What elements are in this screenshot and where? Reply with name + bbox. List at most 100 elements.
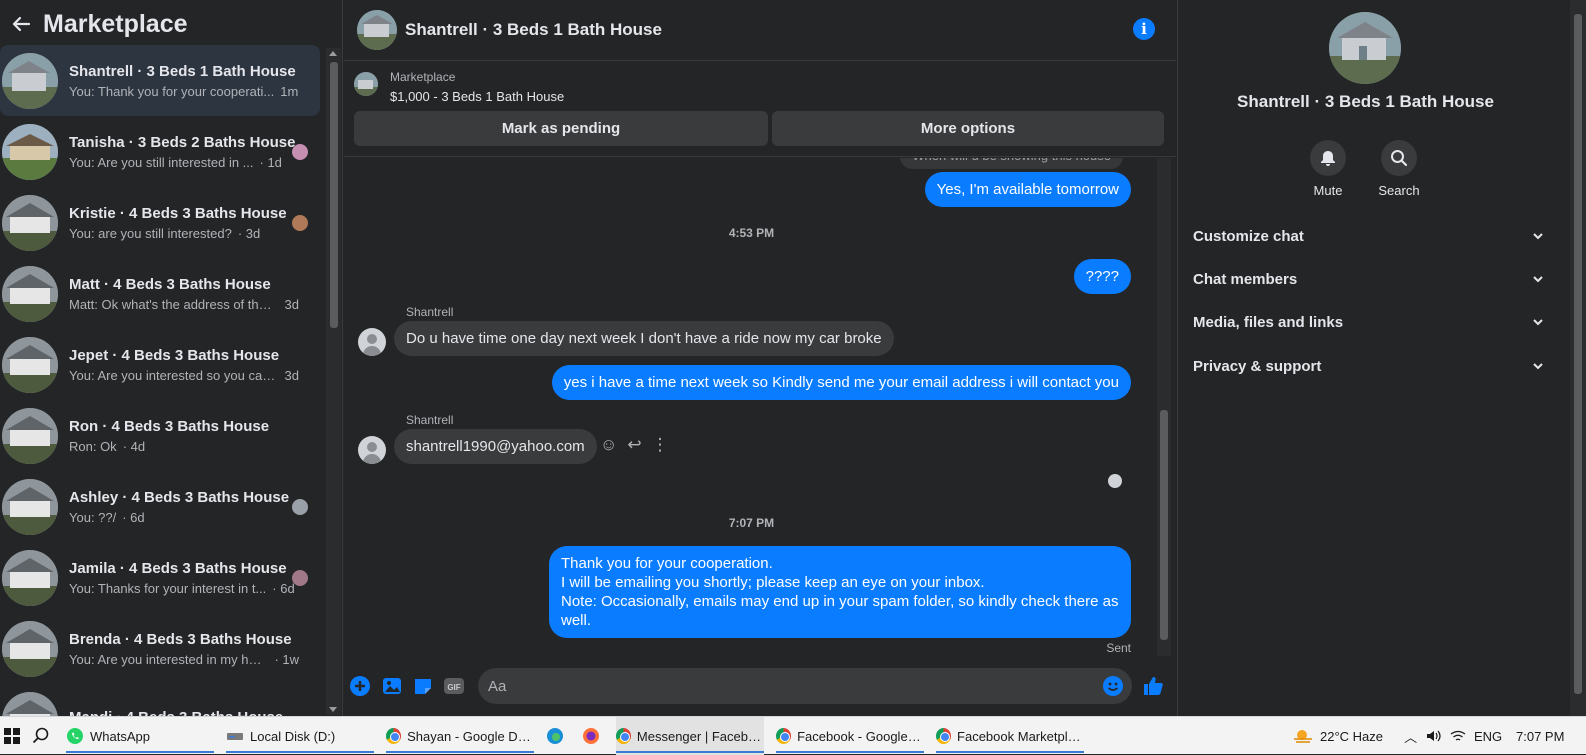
search-label: Search — [1378, 183, 1420, 198]
chat-header: Shantrell · 3 Beds 1 Bath House i — [344, 0, 1176, 61]
reply-icon[interactable]: ↩ — [627, 435, 641, 455]
house-avatar — [2, 194, 58, 251]
photo-icon[interactable] — [381, 675, 403, 697]
taskbar-chrome-marketplace[interactable]: Facebook Marketplac... — [936, 717, 1084, 755]
scroll-down-icon[interactable] — [329, 707, 337, 712]
conversation-item[interactable]: Jamila · 4 Beds 3 Baths House You: Thanks… — [0, 542, 320, 613]
react-emoji-icon[interactable]: ☺ — [600, 435, 617, 455]
conversation-item[interactable]: Shantrell · 3 Beds 1 Bath House You: Than… — [0, 45, 320, 116]
section-label: Media, files and links — [1193, 313, 1344, 331]
conversation-snippet: Matt: Ok what's the address of the ... — [69, 296, 279, 312]
scrollbar-thumb[interactable] — [1574, 14, 1582, 694]
scrollbar-thumb[interactable] — [1160, 410, 1168, 640]
conversation-item[interactable]: Brenda · 4 Beds 3 Baths House You: Are yo… — [0, 613, 320, 684]
sidebar-scrollbar[interactable] — [326, 48, 341, 715]
weather-text: 22°C Haze — [1320, 728, 1384, 744]
conversation-time: · 3d — [237, 225, 261, 241]
read-receipt-avatar — [292, 214, 308, 231]
wifi-icon[interactable] — [1450, 729, 1466, 743]
chat-avatar[interactable] — [357, 10, 397, 50]
taskbar-local-disk[interactable]: Local Disk (D:) — [226, 717, 374, 755]
plus-icon[interactable] — [349, 675, 371, 697]
section-privacy-support[interactable]: Privacy & support — [1193, 346, 1545, 386]
mute-button[interactable]: Mute — [1298, 140, 1358, 198]
listing-title[interactable]: $1,000 - 3 Beds 1 Bath House — [390, 89, 564, 104]
section-media-files-links[interactable]: Media, files and links — [1193, 302, 1545, 342]
search-icon — [1391, 150, 1408, 167]
section-label: Customize chat — [1193, 227, 1304, 245]
firefox-icon[interactable] — [582, 717, 602, 755]
taskbar-chrome-facebook[interactable]: Facebook - Google C... — [776, 717, 924, 755]
conversation-item[interactable]: Ron · 4 Beds 3 Baths House Ron: Ok · 4d — [0, 400, 320, 471]
house-avatar — [2, 265, 58, 322]
search-button[interactable]: Search — [1369, 140, 1429, 198]
message-bubble-outgoing[interactable]: Yes, I'm available tomorrow — [924, 172, 1131, 207]
conversation-info-panel: Shantrell · 3 Beds 1 Bath House Mute Sea… — [1177, 0, 1568, 723]
sender-avatar[interactable] — [358, 436, 386, 464]
conversation-name: Jamila · 4 Beds 3 Baths House — [69, 559, 287, 577]
taskbar-chrome-drive[interactable]: Shayan - Google Driv... — [386, 717, 534, 755]
chevron-down-icon — [1533, 319, 1543, 326]
clock[interactable]: 7:07 PM — [1516, 717, 1576, 755]
emoji-icon[interactable] — [1102, 675, 1124, 697]
listing-thumbnail[interactable] — [354, 72, 378, 96]
conversation-item[interactable]: Tanisha · 3 Beds 2 Baths House You: Are y… — [0, 116, 320, 187]
search-icon[interactable] — [32, 717, 54, 755]
gif-icon[interactable]: GIF — [443, 675, 465, 697]
conversation-item[interactable]: Kristie · 4 Beds 3 Baths House You: are y… — [0, 187, 320, 258]
message-thread: When will u be showing this house Yes, I… — [344, 158, 1159, 658]
conversation-item[interactable]: Jepet · 4 Beds 3 Baths House You: Are you… — [0, 329, 320, 400]
messenger-app: Marketplace Shantrell · 3 Beds 1 Bath Ho… — [0, 0, 1586, 723]
message-input[interactable] — [478, 668, 1132, 704]
message-bubble-outgoing[interactable]: yes i have a time next week so Kindly se… — [551, 365, 1131, 400]
panel-scrollbar[interactable] — [1570, 0, 1586, 723]
seen-receipt-avatar — [1108, 474, 1122, 488]
more-menu-icon[interactable]: ⋮ — [652, 435, 669, 455]
scrollbar-thumb[interactable] — [330, 62, 338, 328]
section-label: Privacy & support — [1193, 357, 1322, 375]
chat-title[interactable]: Shantrell · 3 Beds 1 Bath House — [405, 20, 662, 40]
message-bubble-outgoing[interactable]: ???? — [1073, 259, 1131, 294]
windows-taskbar: WhatsApp Local Disk (D:) Shayan - Google… — [0, 716, 1586, 755]
thumbs-up-icon[interactable] — [1142, 675, 1164, 697]
conversation-snippet: You: Are you still interested in ... — [69, 154, 254, 170]
scroll-up-icon[interactable] — [329, 51, 337, 56]
weather-widget[interactable]: 22°C Haze — [1292, 717, 1402, 755]
chevron-down-icon — [1533, 276, 1543, 283]
running-indicator — [936, 751, 1084, 753]
message-bubble-incoming[interactable]: shantrell1990@yahoo.com — [394, 429, 597, 464]
clock-time: 7:07 PM — [1516, 728, 1565, 744]
conversation-item[interactable]: Ashley · 4 Beds 3 Baths House You: ??/ · 6… — [0, 471, 320, 542]
message-bubble-outgoing[interactable]: Thank you for your cooperation. I will b… — [549, 546, 1131, 638]
taskbar-whatsapp[interactable]: WhatsApp — [66, 717, 214, 755]
sender-avatar[interactable] — [358, 328, 386, 356]
taskbar-label: Messenger | Faceboo... — [636, 728, 764, 744]
chat-scrollbar[interactable] — [1157, 158, 1171, 656]
running-indicator — [66, 751, 214, 753]
section-customize-chat[interactable]: Customize chat — [1193, 216, 1545, 256]
message-line: I will be emailing you shortly; please k… — [561, 574, 985, 591]
chevron-up-icon[interactable]: ︿ — [1404, 727, 1417, 746]
back-arrow-icon[interactable] — [4, 7, 38, 41]
start-icon[interactable] — [4, 717, 26, 755]
chrome-icon — [386, 728, 402, 744]
conversation-snippet: Ron: Ok — [69, 438, 117, 454]
info-icon[interactable]: i — [1133, 18, 1155, 40]
edge-icon[interactable] — [546, 717, 566, 755]
message-bubble-incoming[interactable]: Do u have time one day next week I don't… — [394, 321, 894, 356]
whatsapp-icon — [67, 728, 83, 744]
language-indicator[interactable]: ENG — [1474, 717, 1510, 755]
running-indicator — [616, 751, 764, 753]
conversation-item[interactable]: Matt · 4 Beds 3 Baths House Matt: Ok what… — [0, 258, 320, 329]
system-tray[interactable]: ︿ — [1400, 717, 1470, 755]
volume-icon[interactable] — [1426, 729, 1442, 743]
running-indicator — [386, 751, 534, 753]
more-options-button[interactable]: More options — [772, 111, 1164, 146]
read-receipt-avatar — [292, 569, 308, 586]
section-chat-members[interactable]: Chat members — [1193, 259, 1545, 299]
message-line: Note: Occasionally, emails may end up in… — [561, 593, 1119, 629]
mark-pending-button[interactable]: Mark as pending — [354, 111, 768, 146]
sticker-icon[interactable] — [412, 675, 434, 697]
taskbar-chrome-messenger[interactable]: Messenger | Faceboo... — [616, 717, 764, 755]
conversation-time: · 4d — [122, 438, 146, 454]
